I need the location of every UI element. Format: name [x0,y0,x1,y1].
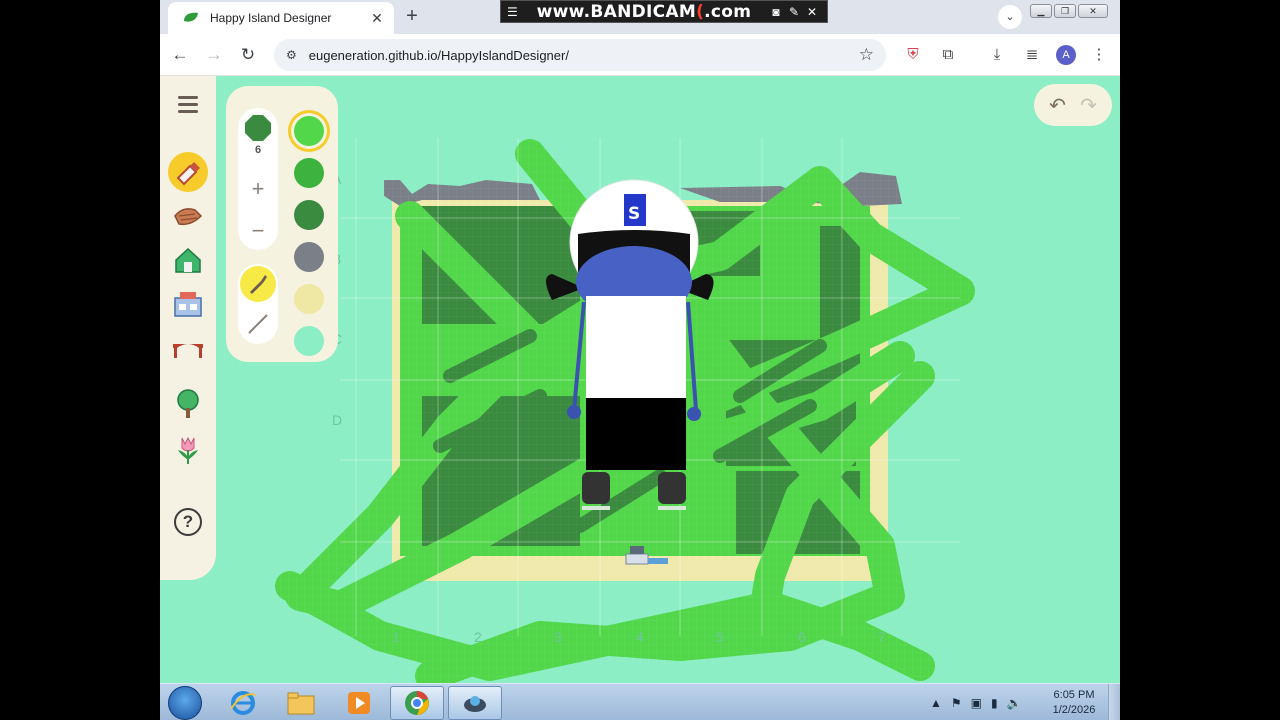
url-text[interactable]: eugeneration.github.io/HappyIslandDesign… [309,48,859,63]
bandicam-taskbar-icon[interactable] [448,686,502,720]
path-icon[interactable] [168,196,208,236]
row-label-d: D [332,412,342,428]
color-swatch-grass-light[interactable] [294,116,324,146]
show-desktop-button[interactable] [1108,684,1120,720]
leaf-icon [184,12,198,22]
terrain-paint-icon[interactable] [168,152,208,192]
tool-sidebar: ? [160,76,216,580]
menu-icon[interactable] [178,96,198,114]
draw-tool-control [238,264,278,344]
tree-icon[interactable] [168,384,208,424]
clock-date: 1/2/2026 [1052,704,1096,716]
tab-search-chevron-icon[interactable]: ⌄ [998,5,1022,29]
close-tab-icon[interactable]: ✕ [368,10,386,27]
file-explorer-icon[interactable] [274,686,328,720]
camera-icon: ◙ [772,4,780,19]
col-label-7: 7 [878,629,886,645]
forward-button[interactable]: → [202,43,226,67]
download-icon[interactable]: ⤓ [985,43,1009,67]
browser-toolbar: ← → ↻ ⚙ eugeneration.github.io/HappyIsla… [160,34,1120,76]
media-player-icon[interactable] [332,686,386,720]
new-tab-button[interactable]: + [400,5,424,29]
col-label-3: 3 [554,629,562,645]
svg-text:S: S [628,204,640,224]
profile-avatar[interactable]: A [1056,45,1076,65]
volume-icon[interactable]: 🔈 [1007,696,1022,710]
device-icon[interactable]: ▣ [971,696,982,710]
windows-taskbar: ▲ ⚑ ▣ ▮ 🔈 6:05 PM 1/2/2026 [160,683,1120,720]
reload-button[interactable]: ↻ [236,43,260,67]
reading-list-icon[interactable]: ≣ [1020,43,1044,67]
redo-icon[interactable]: ↷ [1080,93,1097,118]
brush-size-value: 6 [254,144,262,156]
decrease-brush-button[interactable]: − [238,218,278,244]
bookmark-star-icon[interactable]: ☆ [859,45,874,65]
shop-icon[interactable] [168,284,208,324]
undo-redo-bar: ↶ ↷ [1034,84,1112,126]
system-tray: ▲ ⚑ ▣ ▮ 🔈 [930,684,1022,720]
help-icon[interactable]: ? [168,502,208,542]
color-swatch-grass-mid[interactable] [294,158,324,188]
close-window-button[interactable]: ✕ [1078,4,1108,18]
color-palette-panel: 6 + − [226,86,338,362]
col-label-6: 6 [798,629,806,645]
browser-tab[interactable]: Happy Island Designer ✕ [168,2,394,34]
color-swatch-sand[interactable] [294,284,324,314]
site-info-icon[interactable]: ⚙ [286,48,297,62]
freehand-brush-icon[interactable] [240,266,276,302]
col-label-5: 5 [716,629,724,645]
menu-icon: ☰ [507,4,518,19]
brush-size-control: 6 + − [238,108,278,250]
col-label-2: 2 [474,629,482,645]
extensions-puzzle-icon[interactable]: ⧉ [936,43,960,67]
minimize-window-button[interactable]: ▁ [1030,4,1052,18]
building-icon[interactable] [168,240,208,280]
color-swatch-water[interactable] [294,326,324,356]
bridge-icon[interactable] [168,328,208,368]
start-button-icon[interactable] [168,686,202,720]
close-icon: ✕ [806,4,818,19]
screen: Happy Island Designer ✕ + ☰ www.BANDICAM… [160,0,1120,720]
action-center-flag-icon[interactable]: ⚑ [951,696,962,710]
more-options-icon[interactable]: ⋮ [1087,43,1111,67]
browser-tab-bar: Happy Island Designer ✕ + ☰ www.BANDICAM… [160,0,1120,34]
tab-title: Happy Island Designer [210,11,332,25]
show-hidden-icons-icon[interactable]: ▲ [930,696,942,710]
line-tool-icon[interactable] [240,306,276,342]
restore-window-button[interactable]: ❐ [1054,4,1076,18]
col-label-1: 1 [392,629,400,645]
col-label-4: 4 [636,629,644,645]
clock-time: 6:05 PM [1053,689,1095,701]
increase-brush-button[interactable]: + [238,176,278,202]
taskbar-clock[interactable]: 6:05 PM 1/2/2026 [1044,688,1104,718]
undo-icon[interactable]: ↶ [1049,93,1066,118]
color-swatch-grass-dark[interactable] [294,200,324,230]
bandicam-watermark: ☰ www.BANDICAM(.com ◙ ✎ ✕ [500,0,828,23]
brush-shape-icon [245,115,271,141]
chrome-taskbar-icon[interactable] [390,686,444,720]
flower-icon[interactable] [168,430,208,470]
island-designer-app: A B C D 1 2 3 4 5 6 7 [160,76,1120,683]
internet-explorer-icon[interactable] [216,686,270,720]
shield-extension-icon[interactable]: ⛨ [901,43,925,67]
back-button[interactable]: ← [168,43,192,67]
address-bar[interactable]: ⚙ eugeneration.github.io/HappyIslandDesi… [274,39,886,71]
network-icon[interactable]: ▮ [991,696,998,710]
pencil-icon: ✎ [788,4,800,19]
color-swatch-rock[interactable] [294,242,324,272]
